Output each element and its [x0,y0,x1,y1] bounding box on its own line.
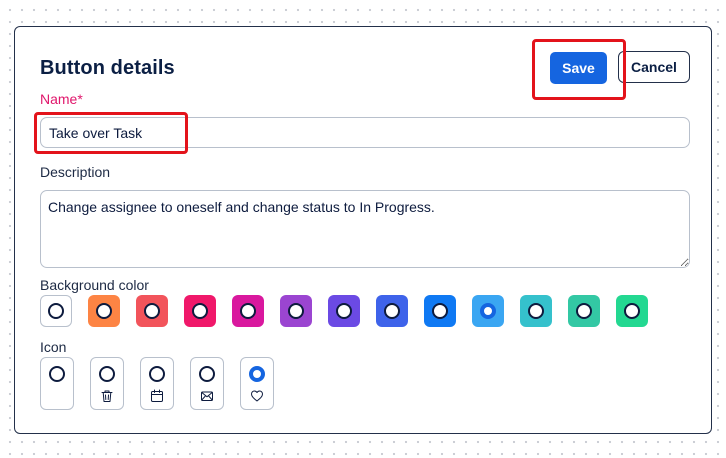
heart-icon [251,390,263,402]
color-swatch-coral[interactable] [136,295,168,327]
icon-option-trash-radio[interactable] [99,366,115,382]
icon-option-trash[interactable] [90,357,124,410]
color-swatch-indigo[interactable] [376,295,408,327]
description-label: Description [40,164,111,180]
cancel-button[interactable]: Cancel [618,51,690,83]
color-swatch-radio[interactable] [624,303,640,319]
color-swatch-orange[interactable] [88,295,120,327]
color-swatch-radio[interactable] [528,303,544,319]
color-swatch-white[interactable] [40,295,72,327]
icon-label: Icon [40,339,67,355]
color-swatch-radio[interactable] [288,303,304,319]
color-swatch-green-teal[interactable] [568,295,600,327]
trash-icon [101,390,113,402]
color-swatch-radio[interactable] [384,303,400,319]
dialog-title: Button details [40,57,175,79]
color-swatch-blue[interactable] [424,295,456,327]
color-swatch-sky[interactable] [472,295,504,327]
background-color-label: Background color [40,277,149,293]
icon-option-heart-radio[interactable] [249,366,265,382]
color-swatch-radio[interactable] [432,303,448,319]
calendar-icon [151,389,163,402]
name-label: Name* [40,91,83,107]
save-button[interactable]: Save [550,52,607,84]
name-input[interactable] [40,117,690,148]
icon-option-calendar[interactable] [140,357,174,410]
color-swatch-radio[interactable] [576,303,592,319]
description-textarea[interactable]: Change assignee to oneself and change st… [40,190,690,268]
mail-icon [201,391,213,401]
color-swatch-rose[interactable] [184,295,216,327]
color-swatch-purple[interactable] [280,295,312,327]
color-swatch-radio[interactable] [480,303,496,319]
color-swatch-radio[interactable] [240,303,256,319]
color-swatch-radio[interactable] [48,303,64,319]
icon-option-calendar-radio[interactable] [149,366,165,382]
icon-option-none[interactable] [40,357,74,410]
color-swatch-radio[interactable] [192,303,208,319]
color-swatch-radio[interactable] [336,303,352,319]
color-swatch-radio[interactable] [96,303,112,319]
icon-option-none-radio[interactable] [49,366,65,382]
button-details-dialog: Button details Save Cancel Name* Descrip… [14,26,712,434]
color-swatch-green[interactable] [616,295,648,327]
icon-option-mail-radio[interactable] [199,366,215,382]
color-swatch-magenta[interactable] [232,295,264,327]
icon-option-mail[interactable] [190,357,224,410]
icon-option-heart[interactable] [240,357,274,410]
color-swatch-violet[interactable] [328,295,360,327]
color-swatch-teal[interactable] [520,295,552,327]
color-swatch-radio[interactable] [144,303,160,319]
